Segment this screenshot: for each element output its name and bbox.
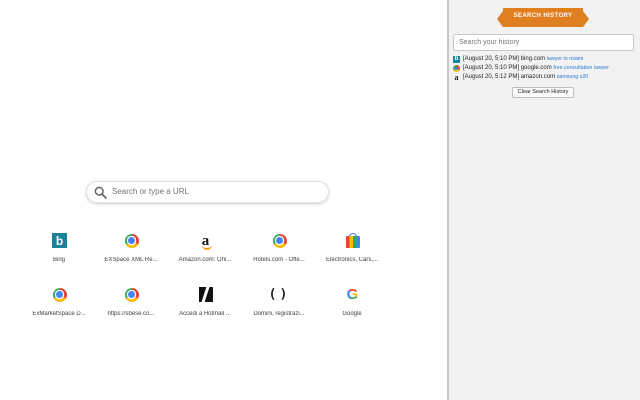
chrome-icon xyxy=(271,232,288,249)
amazon-icon: a xyxy=(454,73,459,82)
shortcut-tile-exmarketspace[interactable]: ExMarketSpace D... xyxy=(27,286,91,332)
bing-icon: b xyxy=(453,56,460,63)
google-icon: G xyxy=(346,286,359,303)
history-search-input[interactable]: Search your history xyxy=(453,34,634,51)
chrome-icon xyxy=(453,65,460,72)
panel-title: Search History xyxy=(513,13,573,19)
entry-site: bing.com xyxy=(520,56,546,62)
shortcut-tile-sbese[interactable]: https://sbese.co... xyxy=(99,286,163,332)
amazon-icon: a xyxy=(201,232,212,250)
shortcut-label: Accedi a Hotmail ... xyxy=(179,311,231,317)
search-icon xyxy=(94,186,107,199)
shortcut-tile-hotels[interactable]: Hotels.com - Offe... xyxy=(247,232,311,278)
entry-site: amazon.com xyxy=(520,74,556,80)
shortcut-label: Hotels.com - Offe... xyxy=(253,257,305,263)
shortcut-tile-domini[interactable]: () Domini, registrazi... xyxy=(247,286,311,332)
entry-query-link[interactable]: samsung s20 xyxy=(557,74,589,80)
shortcut-tile-bing[interactable]: b Bing xyxy=(27,232,91,278)
hotmail-icon xyxy=(197,286,214,303)
shortcut-label: https://sbese.co... xyxy=(107,311,155,317)
shortcut-tile-electronics[interactable]: Electronics, Cars,... xyxy=(320,232,384,278)
browser-page: Search or type a URL b Bing EXSpace XML … xyxy=(0,0,640,400)
search-history-panel: Search History Search your history b [Au… xyxy=(449,0,640,400)
clear-history-button[interactable]: Clear Search History xyxy=(512,87,574,98)
search-placeholder: Search or type a URL xyxy=(112,187,189,196)
entry-query-link[interactable]: lawyer in miami xyxy=(547,56,584,62)
chrome-icon xyxy=(123,232,140,249)
entry-query-link[interactable]: free consultation lawyer xyxy=(553,65,609,71)
shortcut-tile-hotmail[interactable]: Accedi a Hotmail ... xyxy=(173,286,237,332)
new-tab-page: Search or type a URL b Bing EXSpace XML … xyxy=(0,0,447,400)
shortcut-label: Amazon.com: Onl... xyxy=(178,257,232,263)
search-history-banner: Search History xyxy=(497,8,589,27)
entry-time: [August 20, 5:10 PM] xyxy=(463,65,520,71)
entry-site: google.com xyxy=(520,65,552,71)
omnibox-search-box[interactable]: Search or type a URL xyxy=(86,181,329,203)
shortcut-label: ExMarketSpace D... xyxy=(32,311,86,317)
shortcut-tile-google[interactable]: G Google xyxy=(320,286,384,332)
chrome-icon xyxy=(123,286,140,303)
shortcut-tile-exspace[interactable]: EXSpace XML Re... xyxy=(99,232,163,278)
shortcut-label: Google xyxy=(342,311,362,317)
entry-time: [August 20, 5:12 PM] xyxy=(463,74,520,80)
shortcut-label: EXSpace XML Re... xyxy=(104,257,158,263)
shortcut-label: Electronics, Cars,... xyxy=(325,257,378,263)
shopping-bag-icon xyxy=(344,232,361,249)
history-search-placeholder: Search your history xyxy=(459,39,520,46)
shortcut-tile-amazon[interactable]: a Amazon.com: Onl... xyxy=(173,232,237,278)
shortcut-label: Bing xyxy=(52,257,65,263)
parentheses-icon: () xyxy=(268,287,291,302)
chrome-icon xyxy=(51,286,68,303)
shortcut-label: Domini, registrazi... xyxy=(253,311,305,317)
history-entry[interactable]: a [August 20, 5:12 PM] amazon.com samsun… xyxy=(453,73,637,83)
entry-time: [August 20, 5:10 PM] xyxy=(463,56,520,62)
bing-icon: b xyxy=(51,232,68,249)
